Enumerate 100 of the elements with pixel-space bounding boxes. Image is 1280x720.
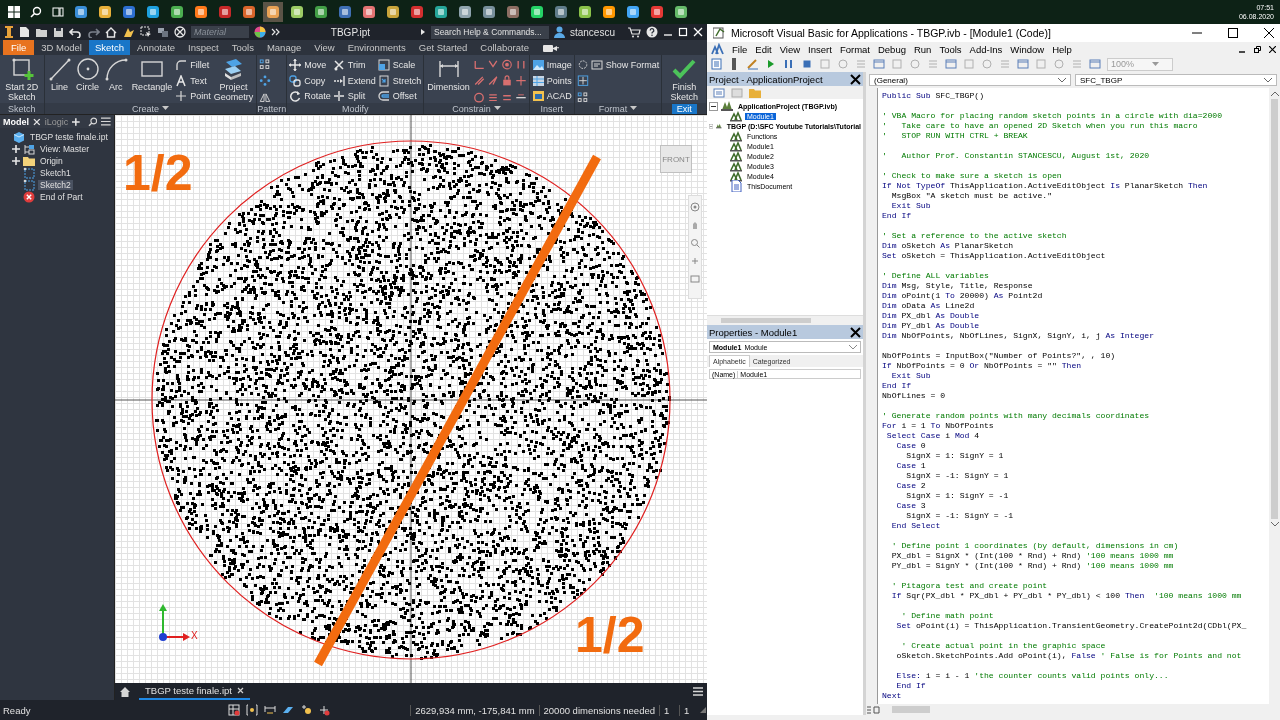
close-icon[interactable] <box>1269 45 1276 53</box>
code-line[interactable]: MsgBox "A sketch must be active." <box>882 191 1269 201</box>
code-line[interactable]: ' Set a reference to the active sketch <box>882 231 1269 241</box>
ribbon-tab[interactable]: Inspect <box>182 40 225 55</box>
task-view-icon[interactable] <box>52 6 64 18</box>
tree-item[interactable]: TBGP teste finale.ipt <box>28 132 110 142</box>
code-line[interactable]: Exit Sub <box>882 201 1269 211</box>
help-icon[interactable] <box>646 26 658 38</box>
app-icon[interactable] <box>458 5 472 19</box>
close-icon[interactable] <box>850 73 861 85</box>
ribbon-button[interactable]: Rotate <box>289 89 331 103</box>
stop-icon[interactable] <box>801 58 813 70</box>
code-line[interactable]: oSketch.SketchPoints.Add oPoint(i), False ' False is for Points and not <box>882 651 1269 661</box>
app-icon[interactable] <box>530 5 544 19</box>
tree-item[interactable]: Origin <box>38 156 65 166</box>
ribbon-button[interactable]: Offset <box>377 89 422 103</box>
ribbon-tab[interactable]: Annotate <box>131 40 182 55</box>
ribbon-button[interactable]: Finish Sketch <box>664 57 704 103</box>
menu-item[interactable]: Run <box>913 43 932 55</box>
material-dropdown[interactable]: Material <box>191 26 249 38</box>
ribbon-button[interactable]: Start 2D Sketch <box>2 57 42 103</box>
code-line[interactable]: Dim oData As Line2d <box>882 301 1269 311</box>
code-line[interactable]: If NbOfPoints = 0 Or NbOfPoints = "" Then <box>882 361 1269 371</box>
dimension-icon[interactable] <box>264 704 276 716</box>
plus-icon[interactable] <box>12 157 20 165</box>
open-folder-icon[interactable] <box>35 26 48 38</box>
sketch-canvas[interactable]: 1/2 1/2 FRONT X <box>115 115 707 683</box>
caret-icon[interactable] <box>161 106 169 111</box>
code-line[interactable]: Dim PY_dbl As Double <box>882 321 1269 331</box>
save-icon[interactable] <box>53 26 64 38</box>
code-line[interactable]: For i = 1 To NbOfPoints <box>882 421 1269 431</box>
menu-icon[interactable] <box>693 687 703 696</box>
lock-icon[interactable] <box>500 75 513 87</box>
search-field[interactable]: Search Help & Commands... <box>430 25 549 39</box>
module-icon[interactable] <box>711 58 723 70</box>
code-line[interactable]: ' Author Prof. Constantin STANCESCU, August 1st, 2020 <box>882 151 1269 161</box>
windows-icon[interactable] <box>8 6 20 18</box>
code-line[interactable]: Select Case i Mod 4 <box>882 431 1269 441</box>
collapse-box-icon[interactable] <box>709 101 718 111</box>
tree-item[interactable]: Sketch1 <box>38 168 73 178</box>
app-icon[interactable] <box>122 5 136 19</box>
menu-item[interactable]: Insert <box>808 43 832 55</box>
code-line[interactable]: ' Define math point <box>882 611 1269 621</box>
construction-icon[interactable] <box>576 59 589 71</box>
video-icon[interactable] <box>541 42 560 53</box>
plus-icon[interactable] <box>72 117 80 126</box>
code-line[interactable]: Dim PX_dbl As Double <box>882 311 1269 321</box>
app-icon[interactable] <box>482 5 496 19</box>
color-wheel-icon[interactable] <box>254 26 266 38</box>
vba-logo-icon[interactable] <box>711 42 724 56</box>
update-icon[interactable] <box>122 26 135 38</box>
app-icon[interactable] <box>218 5 232 19</box>
ribbon-button[interactable]: Circle <box>74 57 101 103</box>
menu-item[interactable]: Tools <box>939 43 962 55</box>
code-line[interactable]: ' Define point 1 coordinates (by default, dimensions in cm) <box>882 541 1269 551</box>
grid-icon[interactable] <box>228 704 240 716</box>
menu-item[interactable]: Format <box>839 43 870 55</box>
ribbon-button[interactable]: Rectangle <box>130 57 174 103</box>
app-icon[interactable] <box>170 5 184 19</box>
search-icon[interactable] <box>30 6 42 18</box>
pause-icon[interactable] <box>783 58 795 70</box>
ribbon-button[interactable]: Point <box>175 89 211 103</box>
code-line[interactable]: SignX = 1: SignY = 1 <box>882 451 1269 461</box>
menu-item[interactable]: Add-Ins <box>969 43 1003 55</box>
code-line[interactable]: End If <box>882 681 1269 691</box>
app-icon[interactable] <box>554 5 568 19</box>
app-icon[interactable] <box>386 5 400 19</box>
ribbon-button[interactable]: Scale <box>377 58 422 72</box>
code-line[interactable]: Dim Msg, Style, Title, Response <box>882 281 1269 291</box>
menu-item[interactable]: Window <box>1010 43 1045 55</box>
ribbon-button[interactable]: Split <box>332 89 376 103</box>
close-icon[interactable] <box>1264 28 1274 38</box>
menu-item[interactable]: View <box>779 43 801 55</box>
ribbon-button[interactable]: Move <box>289 58 331 72</box>
code-line[interactable]: PX_dbl = SignX * (Int(100 * Rnd) + Rnd) '100 means 1000 mm <box>882 551 1269 561</box>
app-icon[interactable] <box>650 5 664 19</box>
app-icon[interactable] <box>98 5 112 19</box>
cart-icon[interactable] <box>628 26 641 38</box>
code-line[interactable]: SignX = -1: SignY = -1 <box>882 511 1269 521</box>
code-line[interactable]: ' Define ALL variables <box>882 271 1269 281</box>
ribbon-tab[interactable]: Environments <box>341 40 412 55</box>
code-line[interactable]: End Select <box>882 521 1269 531</box>
chevrons-icon[interactable] <box>271 27 281 37</box>
code-line[interactable]: ' Take care to have an opened 2D Sketch when you run this macro <box>882 121 1269 131</box>
code-line[interactable]: PY_dbl = SignY * (Int(100 * Rnd) + Rnd) '100 means 1000 mm <box>882 561 1269 571</box>
code-line[interactable]: ' Generate random points with many decimals coordinates <box>882 411 1269 421</box>
centerline-icon[interactable] <box>576 75 589 87</box>
ribbon-button[interactable]: Show Format <box>590 58 660 72</box>
code-line[interactable]: End If <box>882 381 1269 391</box>
code-line[interactable]: SignX = -1: SignY = 1 <box>882 471 1269 481</box>
code-line[interactable]: Dim oSketch As PlanarSketch <box>882 241 1269 251</box>
code-line[interactable]: ' VBA Macro for placing random sketch points in a circle with dia=2000 <box>882 111 1269 121</box>
app-icon[interactable] <box>362 5 376 19</box>
menu-item[interactable]: Debug <box>877 43 906 55</box>
code-line[interactable]: End If <box>882 211 1269 221</box>
ribbon-tab[interactable]: Collaborate <box>474 40 535 55</box>
search-icon[interactable] <box>87 116 98 127</box>
display-icon[interactable] <box>157 26 169 38</box>
user-icon[interactable] <box>553 26 565 38</box>
vertical-scrollbar[interactable] <box>1269 88 1280 704</box>
